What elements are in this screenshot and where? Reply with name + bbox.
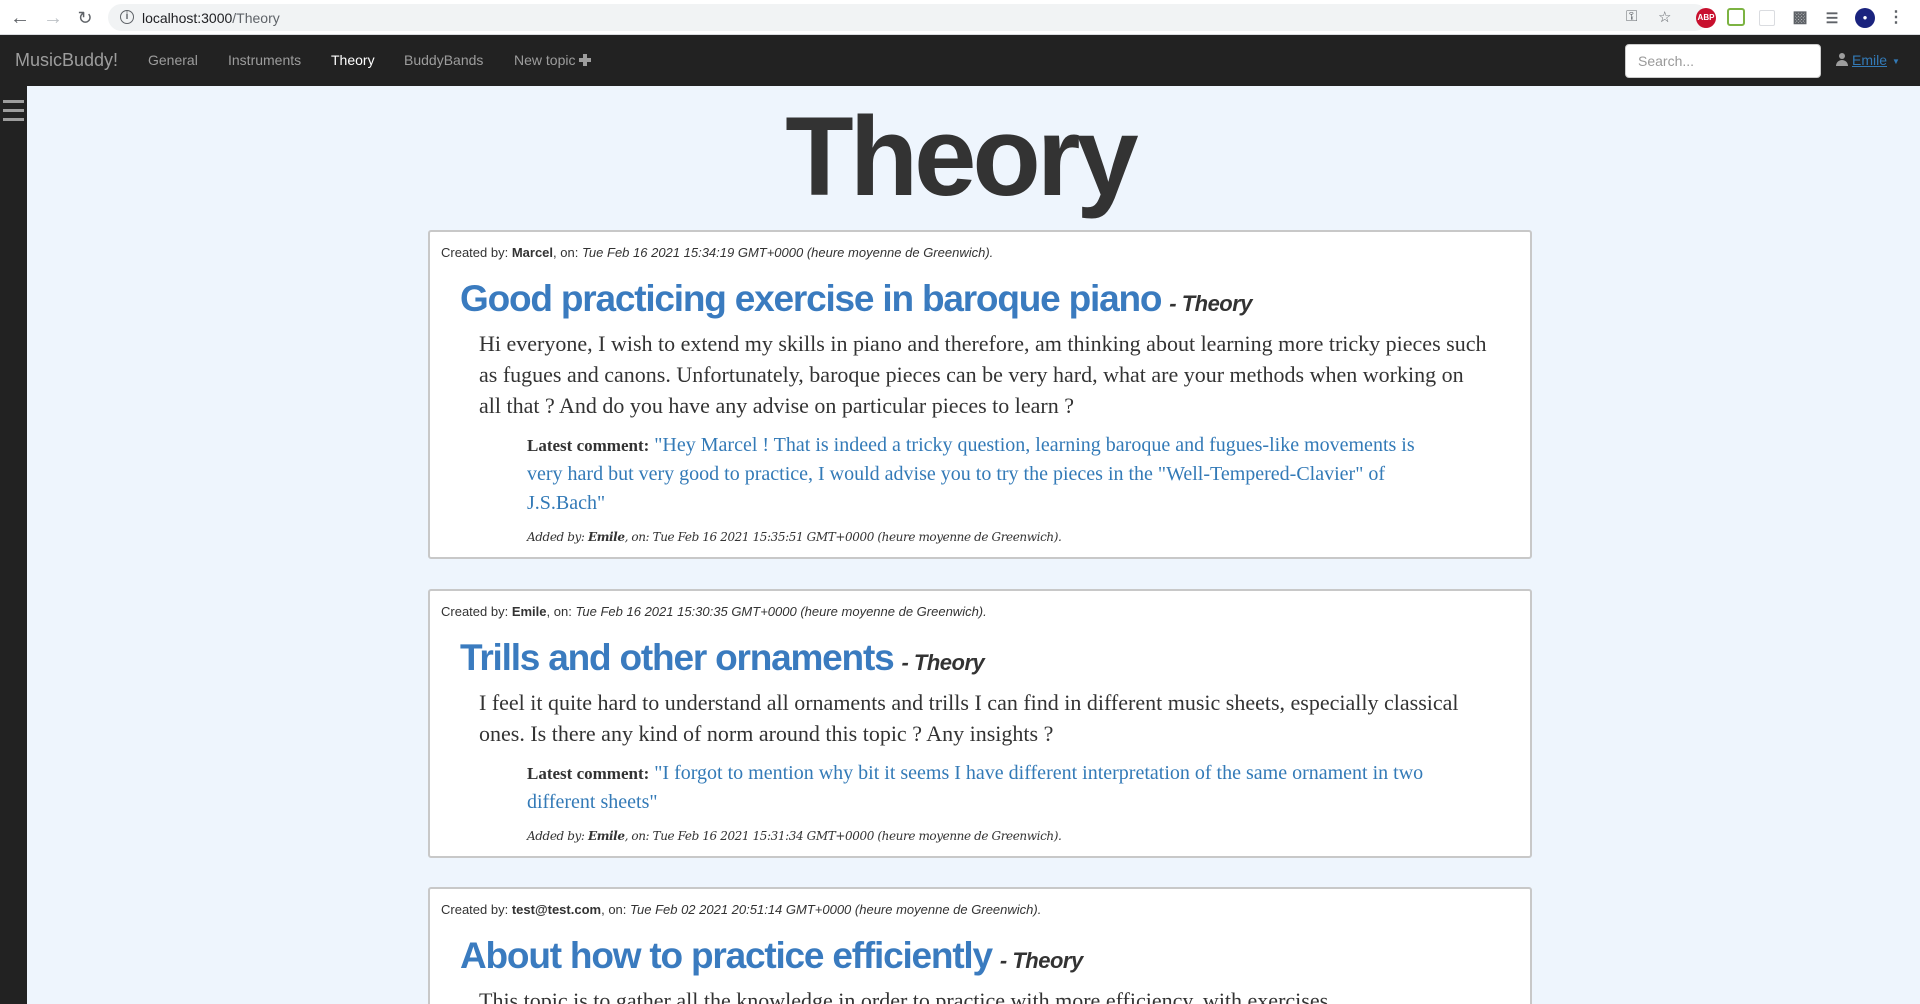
extensions-puzzle-icon[interactable]: ▩ xyxy=(1790,8,1810,28)
comment-meta: Added by: Emile, on: Tue Feb 16 2021 15:… xyxy=(527,530,1062,544)
topic-title-link[interactable]: About how to practice efficiently xyxy=(460,935,993,976)
topic-title[interactable]: Good practicing exercise in baroque pian… xyxy=(460,278,1253,320)
reload-icon[interactable]: ↻ xyxy=(73,6,97,30)
topic-title-link[interactable]: Good practicing exercise in baroque pian… xyxy=(460,278,1162,319)
topic-meta: Created by: Marcel, on: Tue Feb 16 2021 … xyxy=(441,245,994,260)
topic-title[interactable]: About how to practice efficiently - Theor… xyxy=(460,935,1083,977)
nav-item-new-topic[interactable]: New topic xyxy=(514,52,592,68)
latest-comment: Latest comment: "Hey Marcel ! That is in… xyxy=(527,431,1427,518)
comment-author: Emile xyxy=(587,530,625,544)
search-input[interactable] xyxy=(1625,44,1821,78)
topic-author[interactable]: test@test.com xyxy=(512,902,601,917)
top-navbar: MusicBuddy! General Instruments Theory B… xyxy=(0,35,1920,86)
key-icon[interactable]: ⚿ xyxy=(1626,8,1637,25)
topic-category: - Theory xyxy=(1169,291,1253,316)
address-bar[interactable]: i localhost:3000/Theory ⚿ ☆ xyxy=(108,4,1708,31)
nav-item-theory[interactable]: Theory xyxy=(331,52,375,68)
topic-body: Hi everyone, I wish to extend my skills … xyxy=(479,331,1487,418)
comment-meta: Added by: Emile, on: Tue Feb 16 2021 15:… xyxy=(527,829,1062,843)
bookmark-star-icon[interactable]: ☆ xyxy=(1658,8,1671,26)
nav-item-instruments[interactable]: Instruments xyxy=(228,52,301,68)
topic-card: Created by: Emile, on: Tue Feb 16 2021 1… xyxy=(428,589,1532,858)
extension-blank-icon[interactable] xyxy=(1759,10,1775,26)
topic-author[interactable]: Emile xyxy=(512,604,547,619)
side-bar xyxy=(0,86,27,1004)
user-name: Emile xyxy=(1852,52,1888,68)
comment-date: Tue Feb 16 2021 15:31:34 GMT+0000 (heure… xyxy=(652,829,1062,843)
brand-logo[interactable]: MusicBuddy! xyxy=(15,50,118,71)
user-menu[interactable]: Emile ▼ xyxy=(1836,52,1900,68)
comment-author: Emile xyxy=(587,829,625,843)
browser-toolbar: ← → ↻ i localhost:3000/Theory ⚿ ☆ ABP ▩ … xyxy=(0,0,1920,35)
nav-item-buddybands[interactable]: BuddyBands xyxy=(404,52,483,68)
page-title: Theory xyxy=(785,94,1138,219)
topic-card: Created by: Marcel, on: Tue Feb 16 2021 … xyxy=(428,230,1532,559)
media-playlist-icon[interactable]: ☰ xyxy=(1822,8,1842,28)
caret-down-icon: ▼ xyxy=(1892,56,1900,66)
topic-body: This topic is to gather all the knowledg… xyxy=(479,988,1329,1004)
url-text[interactable]: localhost:3000/Theory xyxy=(142,10,280,26)
topic-title-link[interactable]: Trills and other ornaments xyxy=(460,637,895,678)
adblock-icon[interactable]: ABP xyxy=(1696,8,1716,28)
comment-date: Tue Feb 16 2021 15:35:51 GMT+0000 (heure… xyxy=(652,530,1062,544)
topic-category: - Theory xyxy=(901,650,985,675)
latest-comment-text[interactable]: "I forgot to mention why bit it seems I … xyxy=(527,762,1423,813)
topic-title[interactable]: Trills and other ornaments - Theory xyxy=(460,637,985,679)
latest-comment-text[interactable]: "Hey Marcel ! That is indeed a tricky qu… xyxy=(527,434,1415,514)
forward-arrow-icon[interactable]: → xyxy=(41,6,65,30)
latest-comment-label: Latest comment: xyxy=(527,436,650,455)
topic-card: Created by: test@test.com, on: Tue Feb 0… xyxy=(428,887,1532,1004)
topic-date: Tue Feb 16 2021 15:34:19 GMT+0000 (heure… xyxy=(581,245,994,260)
topic-date: Tue Feb 02 2021 20:51:14 GMT+0000 (heure… xyxy=(630,902,1042,917)
profile-avatar-icon[interactable]: ● xyxy=(1855,8,1875,28)
back-arrow-icon[interactable]: ← xyxy=(8,6,32,30)
new-topic-label: New topic xyxy=(514,52,576,68)
plus-icon xyxy=(579,54,592,66)
topic-category: - Theory xyxy=(999,948,1083,973)
nav-item-general[interactable]: General xyxy=(148,52,198,68)
user-icon xyxy=(1836,53,1848,66)
latest-comment-label: Latest comment: xyxy=(527,764,650,783)
site-info-icon[interactable]: i xyxy=(120,10,134,24)
topic-meta: Created by: test@test.com, on: Tue Feb 0… xyxy=(441,902,1042,917)
topic-meta: Created by: Emile, on: Tue Feb 16 2021 1… xyxy=(441,604,987,619)
latest-comment: Latest comment: "I forgot to mention why… xyxy=(527,759,1427,817)
extension-sheet-icon[interactable] xyxy=(1727,8,1745,26)
topic-author[interactable]: Marcel xyxy=(512,245,553,260)
topic-body: I feel it quite hard to understand all o… xyxy=(479,690,1459,746)
topic-date: Tue Feb 16 2021 15:30:35 GMT+0000 (heure… xyxy=(575,604,987,619)
browser-menu-icon[interactable]: ⋮ xyxy=(1886,8,1906,28)
